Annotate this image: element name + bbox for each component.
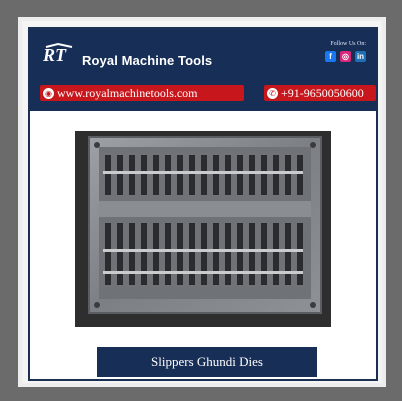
globe-icon: ◉ bbox=[43, 87, 54, 99]
phone-link[interactable]: ✆ +91-9650050600 bbox=[264, 85, 376, 101]
brand-name: Royal Machine Tools bbox=[82, 53, 213, 68]
facebook-icon[interactable]: f bbox=[325, 51, 336, 62]
header-banner: RT Royal Machine Tools Follow Us On: f ◎… bbox=[30, 29, 376, 111]
follow-label: Follow Us On: bbox=[330, 41, 366, 47]
svg-text:RT: RT bbox=[42, 45, 67, 65]
linkedin-icon[interactable]: in bbox=[355, 51, 366, 62]
website-link[interactable]: ◉ www.royalmachinetools.com bbox=[40, 85, 244, 101]
website-text: www.royalmachinetools.com bbox=[57, 86, 198, 100]
promo-card: RT Royal Machine Tools Follow Us On: f ◎… bbox=[28, 27, 378, 381]
product-photo bbox=[75, 131, 331, 327]
phone-text: +91-9650050600 bbox=[281, 86, 364, 100]
social-icons: f ◎ in bbox=[325, 51, 366, 62]
phone-icon: ✆ bbox=[267, 87, 278, 99]
instagram-icon[interactable]: ◎ bbox=[340, 51, 351, 62]
rmt-logo-icon: RT bbox=[42, 42, 73, 65]
product-caption: Slippers Ghundi Dies bbox=[97, 347, 317, 377]
